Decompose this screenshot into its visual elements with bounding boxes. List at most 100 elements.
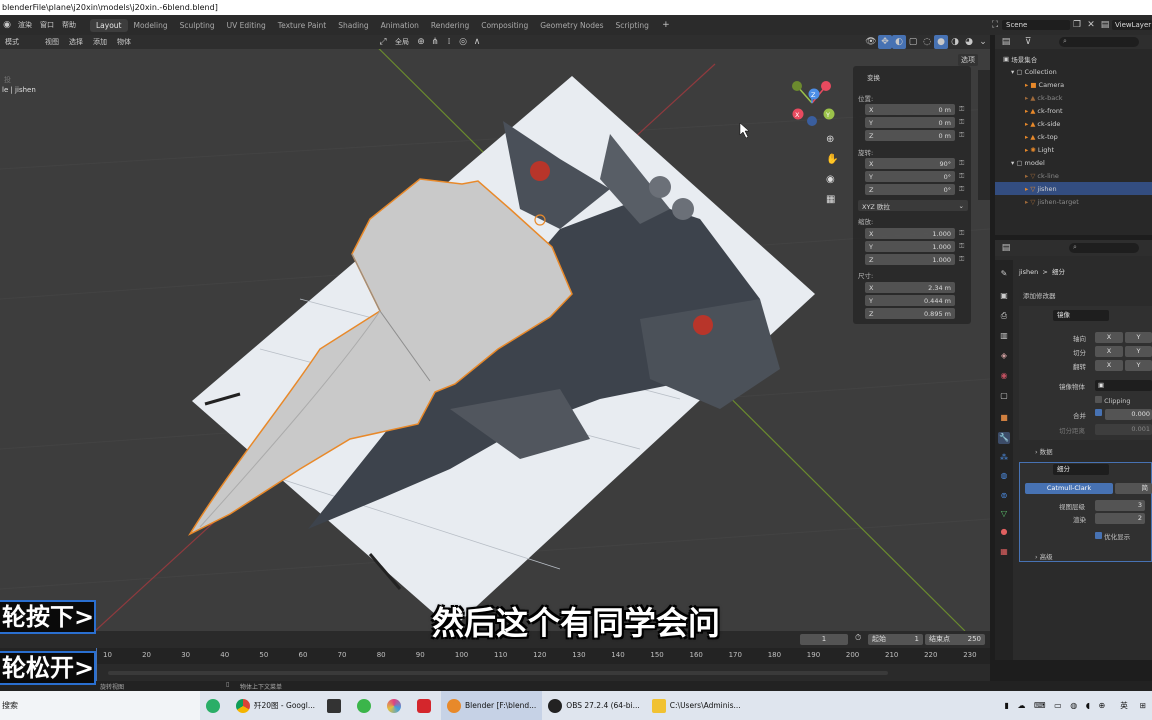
add-modifier-button[interactable]: 添加修改器 (1023, 290, 1056, 300)
rotation-y-field[interactable]: Y 0° (865, 171, 955, 182)
xray-icon[interactable]: ▢ (906, 35, 920, 49)
new-scene-icon[interactable]: ❐ (1070, 18, 1084, 32)
menu-select[interactable]: 选择 (64, 37, 88, 47)
tray-input-icon[interactable]: ⊞ (1134, 691, 1152, 720)
lock-icon[interactable]: ⚿ (959, 185, 964, 194)
tool-tab-icon[interactable]: ✎ (998, 268, 1010, 280)
material-shading-icon[interactable]: ◑ (948, 35, 962, 49)
location-y-field[interactable]: Y0 m (865, 117, 955, 128)
orientation-dropdown[interactable]: 全局 (390, 37, 414, 47)
optimal-display-checkbox[interactable]: 优化显示 (1095, 531, 1130, 541)
advanced-subpanel[interactable]: › 高级 (1035, 551, 1053, 561)
wps-taskbar-icon[interactable] (411, 691, 441, 720)
properties-editor[interactable]: ▤ ⌕ jishen > 细分 添加修改器 镜像 轴向 X Y 切分 X Y 翻… (995, 240, 1152, 660)
axis-y-toggle[interactable]: Y (1125, 332, 1152, 343)
render-tab-icon[interactable]: ▣ (998, 290, 1010, 302)
reference-image-plane[interactable] (192, 76, 815, 629)
taskbar-search[interactable]: 搜索 (0, 691, 200, 720)
location-x-field[interactable]: X0 m (865, 104, 955, 115)
timeline-scrollbar[interactable] (108, 671, 888, 675)
view-layer-tab-icon[interactable]: ▥ (998, 330, 1010, 342)
outliner-row-ck-side[interactable]: ▸ ▲ ck-side (995, 117, 1152, 130)
world-tab-icon[interactable]: ◉ (998, 370, 1010, 382)
transform-orientation-icon[interactable]: ⤢ (376, 35, 390, 49)
proportional-edit-icon[interactable]: ◎ (456, 35, 470, 49)
axis-x-toggle[interactable]: X (1095, 332, 1123, 343)
dimensions-z-field[interactable]: Z 0.895 m (865, 308, 955, 319)
collection-tab-icon[interactable]: ▢ (998, 390, 1010, 402)
outliner-row-jishen-target[interactable]: ▸ ▽ jishen-target (995, 195, 1152, 208)
texture-tab-icon[interactable]: ▦ (998, 546, 1010, 558)
outliner-row-ck-front[interactable]: ▸ ▲ ck-front (995, 104, 1152, 117)
lock-icon[interactable]: ⚿ (959, 105, 964, 114)
properties-search-input[interactable]: ⌕ (1069, 243, 1139, 253)
menu-render[interactable]: 渲染 (14, 20, 36, 30)
input-language[interactable]: 英 (1114, 691, 1134, 720)
pivot-icon[interactable]: ⊕ (414, 35, 428, 49)
scale-z-field[interactable]: Z 1.000 (865, 254, 955, 265)
tab-texture-paint[interactable]: Texture Paint (272, 19, 332, 32)
viewlayer-field[interactable]: ViewLayer (1112, 20, 1152, 30)
npanel-tabs[interactable] (978, 70, 990, 200)
tab-modeling[interactable]: Modeling (128, 19, 174, 32)
merge-checkbox[interactable] (1095, 409, 1102, 418)
simple-button[interactable]: 简 (1115, 483, 1152, 494)
scale-y-field[interactable]: Y 1.000 (865, 241, 955, 252)
subsurf-modifier-name[interactable]: 细分 (1053, 464, 1109, 475)
delete-scene-icon[interactable]: ✕ (1084, 18, 1098, 32)
tab-sculpting[interactable]: Sculpting (174, 19, 221, 32)
bisect-distance-field[interactable]: 0.001 (1095, 424, 1152, 435)
tab-compositing[interactable]: Compositing (475, 19, 534, 32)
merge-distance-field[interactable]: 0.000 (1105, 409, 1152, 420)
viewport-levels-field[interactable]: 3 (1095, 500, 1145, 511)
lock-icon[interactable]: ⚿ (959, 118, 964, 127)
outliner-scene-collection[interactable]: ▣ 场景集合 (995, 52, 1152, 65)
tab-scripting[interactable]: Scripting (610, 19, 655, 32)
lock-icon[interactable]: ⚿ (959, 229, 964, 238)
scene-field[interactable]: Scene (1002, 20, 1070, 30)
inkscape-taskbar-icon[interactable] (321, 691, 351, 720)
properties-editor-icon[interactable]: ▤ (999, 241, 1013, 255)
menu-help[interactable]: 帮助 (58, 20, 80, 30)
camera-view-icon[interactable]: ◉ (826, 174, 835, 185)
tab-geometry-nodes[interactable]: Geometry Nodes (534, 19, 609, 32)
taskbar-blender[interactable]: Blender [F:\blend... (441, 691, 543, 720)
wechat-taskbar-icon[interactable] (200, 691, 230, 720)
lock-icon[interactable]: ⚿ (959, 255, 964, 264)
outliner-row-model[interactable]: ▾ ▢ model (995, 156, 1152, 169)
material-tab-icon[interactable]: ● (998, 526, 1010, 538)
overlay-toggle-icon[interactable]: ◐ (892, 35, 906, 49)
viewport-scene[interactable]: X Y Z ⊕ ✋ ◉ ▦ (0, 49, 990, 631)
menu-object[interactable]: 物体 (112, 37, 136, 47)
viewlayer-icon[interactable]: ▤ (1098, 18, 1112, 32)
dimensions-x-field[interactable]: X 2.34 m (865, 282, 955, 293)
gizmo-toggle-icon[interactable]: ✥ (878, 35, 892, 49)
scene-icon[interactable]: ⛶ (988, 18, 1002, 32)
outliner-row-ck-top[interactable]: ▸ ▲ ck-top (995, 130, 1152, 143)
app-green-taskbar-icon[interactable] (351, 691, 381, 720)
scene-tab-icon[interactable]: ◈ (998, 350, 1010, 362)
physics-tab-icon[interactable]: ◍ (998, 470, 1010, 482)
tab-animation[interactable]: Animation (375, 19, 425, 32)
taskbar-chrome[interactable]: 歼20图 - Googl... (230, 691, 321, 720)
mirror-modifier-name[interactable]: 镜像 (1053, 310, 1109, 321)
3d-viewport[interactable]: X Y Z ⊕ ✋ ◉ ▦ 投 le | jishen 选项 (0, 49, 990, 631)
location-z-field[interactable]: Z0 m (865, 130, 955, 141)
outliner-row-light[interactable]: ▸ ✺ Light (995, 143, 1152, 156)
perspective-grid-icon[interactable]: ▦ (826, 194, 835, 205)
outliner-row-jishen[interactable]: ▸ ▽ jishen (995, 182, 1152, 195)
transform-section-header[interactable]: 变换 (867, 72, 880, 82)
outliner-search-input[interactable]: ⌕ (1059, 37, 1139, 47)
lock-icon[interactable]: ⚿ (959, 159, 964, 168)
blender-logo-icon[interactable]: ◉ (0, 18, 14, 32)
object-tab-icon[interactable]: ■ (998, 412, 1010, 424)
scale-x-field[interactable]: X 1.000 (865, 228, 955, 239)
render-levels-field[interactable]: 2 (1095, 513, 1145, 524)
rotation-mode-dropdown[interactable]: XYZ 欧拉 ⌄ (858, 200, 968, 211)
flip-x-toggle[interactable]: X (1095, 360, 1123, 371)
tab-uv-editing[interactable]: UV Editing (221, 19, 272, 32)
outliner-row-camera[interactable]: ▸ ■ Camera (995, 78, 1152, 91)
outliner-row-ck-line[interactable]: ▸ ▽ ck-line (995, 169, 1152, 182)
tab-rendering[interactable]: Rendering (425, 19, 475, 32)
timeline-playhead[interactable] (96, 648, 97, 681)
